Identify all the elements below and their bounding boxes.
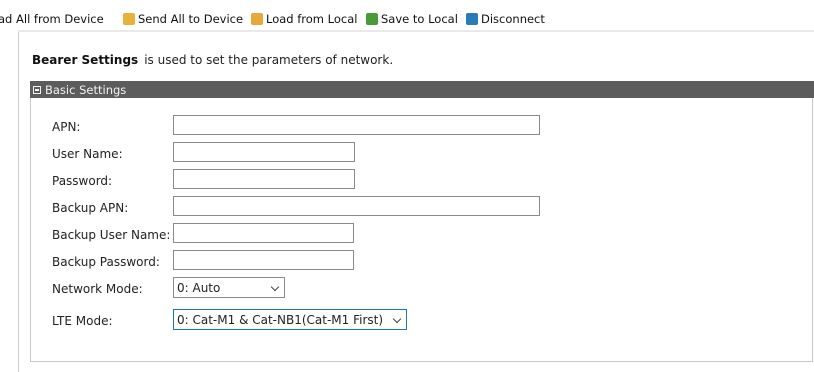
lte-mode-select[interactable]: 0: Cat-M1 & Cat-NB1(Cat-M1 First) — [173, 309, 407, 330]
network-mode-label: Network Mode: — [52, 282, 143, 296]
disconnect-icon — [466, 13, 478, 25]
backup-apn-label: Backup APN: — [52, 201, 129, 215]
backup-apn-input[interactable] — [173, 196, 540, 216]
password-input[interactable] — [173, 169, 355, 189]
toolbar: ad All from Device Send All to Device Lo… — [0, 0, 814, 32]
network-mode-select[interactable]: 0: Auto — [173, 277, 285, 298]
load-from-local-button[interactable]: Load from Local — [251, 12, 357, 26]
chevron-down-icon — [270, 282, 280, 292]
read-all-from-device-button[interactable]: ad All from Device — [0, 12, 104, 26]
send-icon — [123, 13, 135, 25]
disconnect-button[interactable]: Disconnect — [466, 12, 545, 26]
send-all-to-device-label: Send All to Device — [138, 12, 244, 26]
folder-open-icon — [251, 13, 263, 25]
backup-password-input[interactable] — [173, 250, 354, 270]
backup-password-label: Backup Password: — [52, 255, 160, 269]
send-all-to-device-button[interactable]: Send All to Device — [123, 12, 243, 26]
read-all-from-device-label: ad All from Device — [0, 12, 104, 26]
save-to-local-label: Save to Local — [381, 12, 458, 26]
page-description: is used to set the parameters of network… — [144, 53, 394, 67]
collapse-icon[interactable] — [33, 85, 41, 94]
user-name-label: User Name: — [52, 147, 123, 161]
page-intro: Bearer Settings is used to set the parame… — [32, 53, 393, 67]
load-from-local-label: Load from Local — [266, 12, 358, 26]
save-icon — [366, 13, 378, 25]
save-to-local-button[interactable]: Save to Local — [366, 12, 458, 26]
apn-input[interactable] — [173, 115, 540, 135]
disconnect-label: Disconnect — [481, 12, 545, 26]
backup-user-name-input[interactable] — [173, 223, 354, 243]
lte-mode-value: 0: Cat-M1 & Cat-NB1(Cat-M1 First) — [177, 312, 384, 327]
password-label: Password: — [52, 174, 113, 188]
chevron-down-icon — [392, 314, 402, 324]
backup-user-name-label: Backup User Name: — [52, 228, 171, 242]
apn-label: APN: — [52, 120, 81, 134]
page-title: Bearer Settings — [32, 53, 139, 67]
lte-mode-label: LTE Mode: — [52, 314, 113, 328]
basic-settings-title: Basic Settings — [45, 82, 127, 97]
network-mode-value: 0: Auto — [177, 280, 221, 295]
basic-settings-header[interactable]: Basic Settings — [30, 81, 814, 98]
user-name-input[interactable] — [173, 142, 355, 162]
